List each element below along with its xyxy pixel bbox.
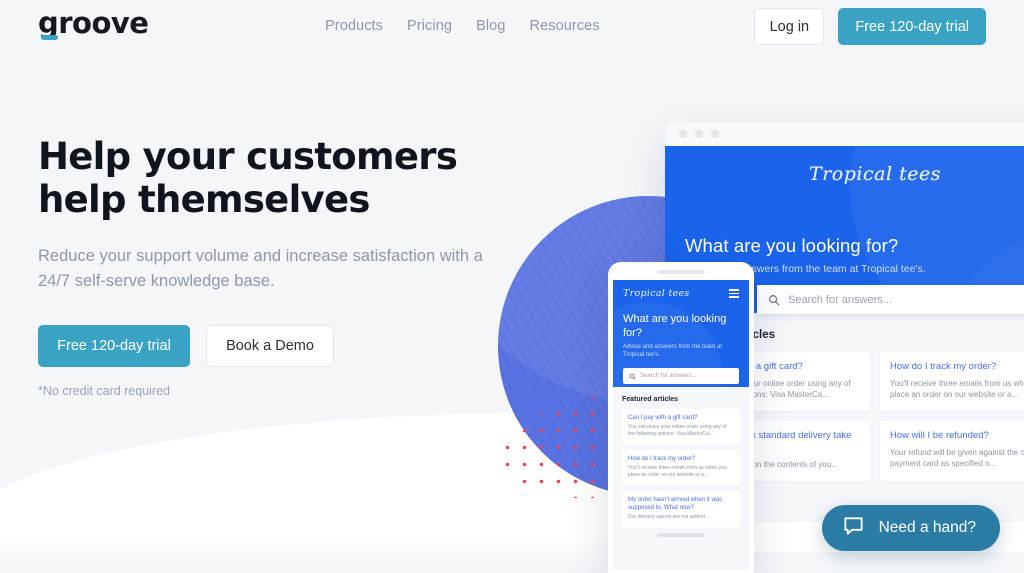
need-a-hand-chat-button[interactable]: Need a hand?	[821, 505, 1000, 551]
mobile-kb-search-placeholder: Search for answers...	[640, 373, 697, 379]
mobile-topbar: Tropical tees	[623, 288, 739, 299]
hamburger-menu-icon[interactable]	[729, 289, 739, 298]
mobile-article-title: Can I pay with a gift card?	[628, 415, 698, 421]
mobile-article-excerpt: Our delivery agents are not authori...	[628, 514, 710, 520]
kb-search-placeholder: Search for answers...	[788, 293, 892, 306]
kb-search-input[interactable]: Search for answers...	[757, 285, 1024, 314]
mobile-article-title: My order hasn't arrived when it was supp…	[628, 497, 723, 511]
nav-links: Products Pricing Blog Resources	[325, 18, 600, 34]
browser-maximize-dot-icon	[711, 130, 719, 138]
kb-hero-title: What are you looking for?	[685, 235, 899, 256]
kb-article-title: How do I track my order?	[890, 361, 997, 372]
logo-text: groove	[38, 6, 149, 40]
kb-article-excerpt: You'll receive three emails from us when…	[890, 379, 1024, 399]
mobile-article-title: How do I track my order?	[628, 456, 696, 462]
nav-link-blog[interactable]: Blog	[476, 18, 505, 34]
mobile-article-card[interactable]: Can I pay with a gift card? You can plac…	[622, 409, 740, 444]
hero-subhead: Reduce your support volume and increase …	[38, 247, 483, 290]
mobile-article-card[interactable]: How do I track my order? You'll receive …	[622, 450, 740, 485]
nav-link-resources[interactable]: Resources	[529, 18, 599, 34]
hero-cta-group: Free 120-day trial Book a Demo	[38, 325, 538, 367]
chat-bubble-icon	[842, 514, 865, 542]
nav-free-trial-button[interactable]: Free 120-day trial	[838, 8, 986, 45]
logo-swoosh-icon	[41, 35, 58, 40]
phone-speaker-icon	[657, 270, 705, 274]
browser-minimize-dot-icon	[695, 130, 703, 138]
kb-article-card[interactable]: How do I track my order? You'll receive …	[880, 352, 1024, 411]
mobile-kb-search-input[interactable]: Search for answers...	[623, 368, 739, 384]
nav-link-products[interactable]: Products	[325, 18, 383, 34]
top-navbar: groove Products Pricing Blog Resources L…	[0, 0, 1024, 54]
chat-button-label: Need a hand?	[878, 519, 976, 536]
mobile-phone-mockup: Tropical tees What are you looking for? …	[608, 262, 754, 573]
mobile-kb-subtitle: Advise and answers from the team at Trop…	[623, 344, 723, 358]
no-credit-card-note: *No credit card required	[38, 384, 171, 398]
hero-section: Help your customers help themselves Redu…	[38, 135, 538, 398]
mobile-article-excerpt: You'll receive three emails from us when…	[628, 465, 727, 478]
kb-brand-logo: Tropical tees	[809, 163, 941, 185]
browser-close-dot-icon	[679, 130, 687, 138]
kb-article-excerpt: Your refund will be given against the or…	[890, 448, 1024, 468]
browser-chrome	[665, 122, 1024, 146]
mobile-article-excerpt: You can place your online order using an…	[628, 424, 727, 437]
mobile-kb-brand-logo: Tropical tees	[623, 288, 690, 299]
login-button[interactable]: Log in	[754, 8, 825, 45]
mobile-kb-body: Featured articles Can I pay with a gift …	[613, 387, 749, 570]
nav-link-pricing[interactable]: Pricing	[407, 18, 452, 34]
search-icon	[768, 294, 780, 306]
mobile-featured-heading: Featured articles	[622, 396, 679, 403]
hero-free-trial-button[interactable]: Free 120-day trial	[38, 325, 190, 367]
hero-headline: Help your customers help themselves	[38, 135, 458, 221]
mobile-article-card[interactable]: My order hasn't arrived when it was supp…	[622, 491, 740, 527]
phone-home-indicator	[657, 533, 705, 537]
kb-article-card[interactable]: How will I be refunded? Your refund will…	[880, 421, 1024, 481]
book-demo-button[interactable]: Book a Demo	[206, 325, 334, 367]
kb-article-title: How will I be refunded?	[890, 430, 989, 441]
groove-logo[interactable]: groove	[38, 6, 149, 44]
search-icon	[629, 367, 636, 385]
mobile-kb-title: What are you looking for?	[623, 313, 727, 339]
nav-actions: Log in Free 120-day trial	[754, 8, 986, 45]
mobile-kb-hero: Tropical tees What are you looking for? …	[613, 280, 749, 387]
page-root: groove Products Pricing Blog Resources L…	[0, 0, 1024, 573]
